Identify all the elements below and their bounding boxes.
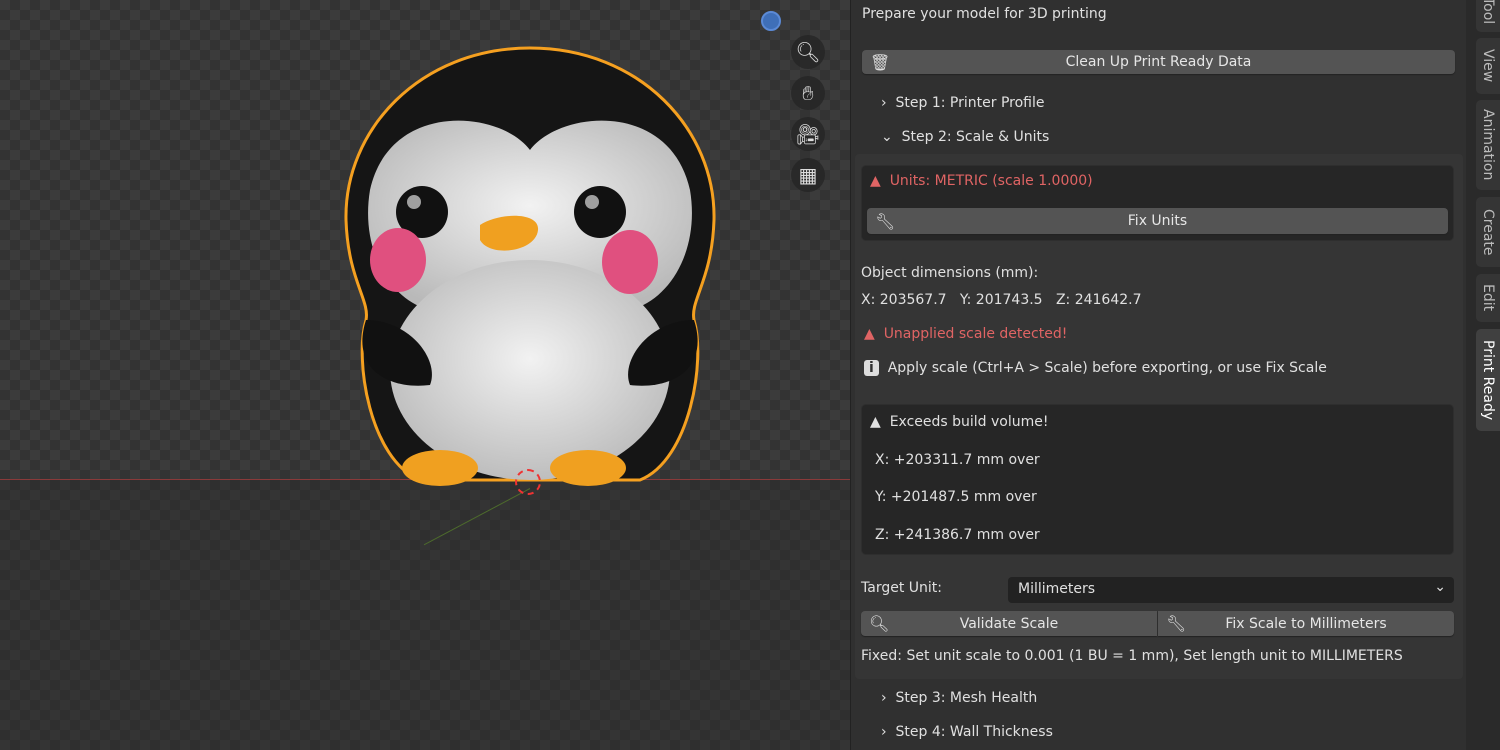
penguin-model[interactable] [330, 40, 730, 500]
step-4-header[interactable]: › Step 4: Wall Thickness [881, 724, 1053, 740]
tools-icon: 🔧︎ [875, 211, 896, 231]
floor-shade [0, 480, 850, 750]
step-1-label: Step 1: Printer Profile [895, 95, 1045, 111]
dims-values: X: 203567.7 Y: 201743.5 Z: 241642.7 [861, 292, 1142, 308]
tab-tool[interactable]: Tool [1476, 0, 1500, 32]
target-unit-label: Target Unit: [861, 580, 942, 596]
units-warning-text: Units: METRIC (scale 1.0000) [889, 173, 1093, 189]
step-2-header[interactable]: ⌄ Step 2: Scale & Units [881, 129, 1049, 145]
fix-scale-button[interactable]: 🔧︎ Fix Scale to Millimeters [1158, 611, 1454, 636]
scale-warning-text: Unapplied scale detected! [883, 326, 1068, 342]
sidebar-tabs: Tool View Animation Create Edit Print Re… [1466, 0, 1500, 750]
dim-y: Y: 201743.5 [959, 292, 1043, 308]
target-unit-dropdown[interactable]: Millimeters ⌄ [1008, 577, 1454, 603]
warning-icon: ▲ [864, 326, 875, 342]
chevron-down-icon: ⌄ [881, 129, 893, 145]
zoom-icon[interactable]: 🔍︎ [791, 35, 825, 69]
trash-icon: 🗑︎ [870, 52, 891, 72]
chevron-right-icon: › [881, 724, 887, 740]
search-icon: 🔍︎ [869, 614, 890, 633]
validate-label: Validate Scale [959, 615, 1059, 632]
grid-icon[interactable]: ▦ [791, 158, 825, 192]
panel-subtitle: Prepare your model for 3D printing [862, 6, 1107, 22]
warning-icon: ▲ [870, 173, 881, 189]
step-4-label: Step 4: Wall Thickness [895, 724, 1053, 740]
tab-animation[interactable]: Animation [1476, 100, 1500, 190]
chevron-down-icon: ⌄ [1434, 579, 1446, 595]
scale-warning: ▲ Unapplied scale detected! [864, 326, 1067, 342]
fix-units-button[interactable]: 🔧︎ Fix Units [867, 208, 1448, 234]
warning-icon: ▲ [870, 414, 881, 430]
over-y: Y: +201487.5 mm over [875, 489, 1037, 505]
units-warning: ▲ Units: METRIC (scale 1.0000) [870, 173, 1093, 189]
chevron-right-icon: › [881, 690, 887, 706]
build-warning-text: Exceeds build volume! [889, 414, 1049, 430]
chevron-right-icon: › [881, 95, 887, 111]
build-warning: ▲ Exceeds build volume! [870, 414, 1048, 430]
scale-info-text: Apply scale (Ctrl+A > Scale) before expo… [887, 360, 1327, 376]
3d-cursor[interactable] [515, 469, 541, 495]
step-3-label: Step 3: Mesh Health [895, 690, 1038, 706]
cleanup-label: Clean Up Print Ready Data [1065, 54, 1252, 70]
fixed-message: Fixed: Set unit scale to 0.001 (1 BU = 1… [861, 648, 1403, 664]
fix-units-label: Fix Units [1127, 213, 1188, 229]
camera-icon[interactable]: 🎥︎ [791, 117, 825, 151]
navigation-gizmo[interactable] [761, 11, 781, 31]
scale-info: i Apply scale (Ctrl+A > Scale) before ex… [864, 360, 1327, 376]
tab-create[interactable]: Create [1476, 197, 1500, 267]
tab-print-ready[interactable]: Print Ready [1476, 329, 1500, 431]
over-z: Z: +241386.7 mm over [875, 527, 1040, 543]
over-x: X: +203311.7 mm over [875, 452, 1040, 468]
step-3-header[interactable]: › Step 3: Mesh Health [881, 690, 1037, 706]
dim-x: X: 203567.7 [861, 292, 947, 308]
dim-z: Z: 241642.7 [1055, 292, 1142, 308]
target-unit-value: Millimeters [1018, 581, 1096, 597]
tab-view[interactable]: View [1476, 38, 1500, 94]
tab-edit[interactable]: Edit [1476, 274, 1500, 322]
step-2-label: Step 2: Scale & Units [901, 129, 1050, 145]
info-icon: i [864, 360, 879, 376]
step-1-header[interactable]: › Step 1: Printer Profile [881, 95, 1044, 111]
cleanup-button[interactable]: 🗑︎ Clean Up Print Ready Data [862, 50, 1455, 74]
fix-scale-label: Fix Scale to Millimeters [1225, 615, 1387, 632]
3d-viewport[interactable]: 🔍︎ ✋︎ 🎥︎ ▦ [0, 0, 850, 750]
hand-pan-icon[interactable]: ✋︎ [791, 76, 825, 110]
validate-scale-button[interactable]: 🔍︎ Validate Scale [861, 611, 1157, 636]
dims-label: Object dimensions (mm): [861, 265, 1039, 281]
tools-icon: 🔧︎ [1166, 614, 1187, 633]
